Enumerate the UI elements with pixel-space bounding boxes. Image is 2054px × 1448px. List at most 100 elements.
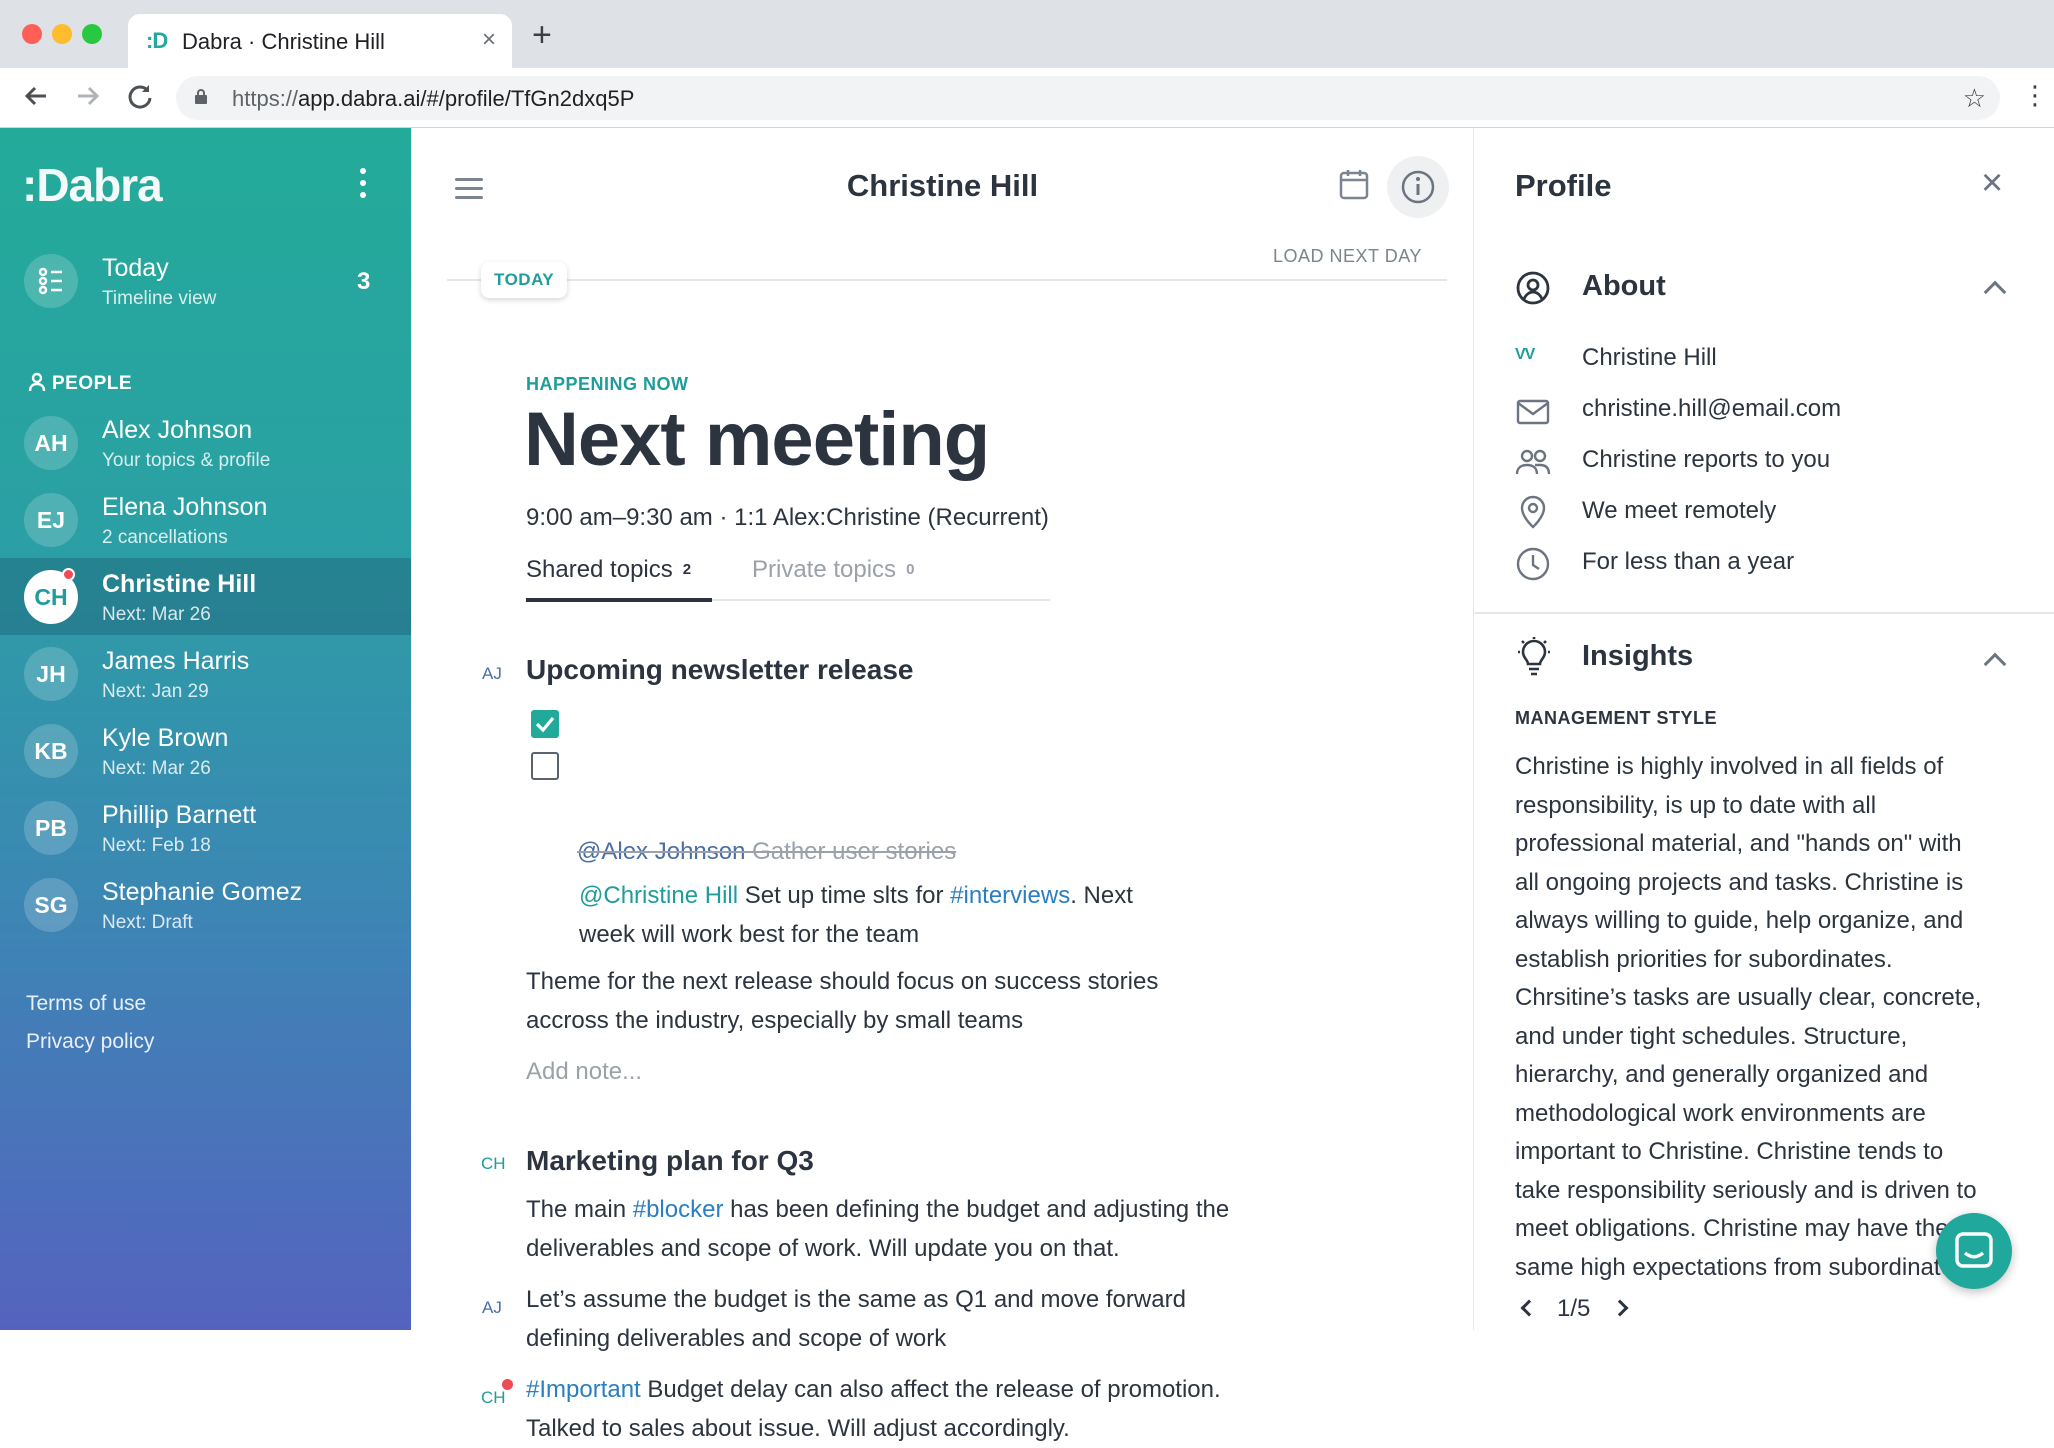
chat-icon	[1955, 1232, 1993, 1268]
insight-pager: 1/5	[1515, 1291, 1629, 1327]
today-count-badge: 3	[357, 268, 371, 295]
task-item-completed[interactable]: @Alex Johnson Gather user stories	[577, 832, 956, 871]
profile-reporting: Christine reports to you	[1582, 446, 1831, 473]
avatar: EJ	[24, 493, 78, 547]
avatar: JH	[24, 647, 78, 701]
person-status: Next: Mar 26	[102, 604, 211, 625]
page-title: Christine Hill	[846, 168, 1039, 203]
profile-name: Christine Hill	[1582, 344, 1717, 371]
avatar: KB	[24, 724, 78, 778]
browser-tab[interactable]: :D Dabra · Christine Hill ×	[128, 14, 512, 68]
initials-tag: VV	[1515, 346, 1535, 363]
sidebar-item-kyle-brown[interactable]: KB Kyle Brown Next: Mar 26	[0, 712, 411, 789]
reload-icon[interactable]	[126, 82, 154, 115]
load-next-day-button[interactable]: LOAD NEXT DAY	[1273, 246, 1422, 267]
chevron-up-icon[interactable]	[1983, 652, 2007, 676]
tab-title: Dabra · Christine Hill	[182, 29, 385, 54]
chevron-up-icon[interactable]	[1983, 280, 2007, 304]
sidebar-item-christine-hill[interactable]: CH Christine Hill Next: Mar 26	[0, 558, 411, 635]
topic-author-initials: AJ	[482, 664, 502, 683]
happening-now-label: HAPPENING NOW	[526, 374, 689, 394]
today-pill: TODAY	[481, 262, 568, 298]
about-heading[interactable]: About	[1582, 270, 1666, 303]
add-note-input[interactable]: Add note...	[526, 1052, 642, 1091]
sidebar-item-sublabel: Timeline view	[102, 288, 217, 309]
chevron-right-icon[interactable]	[1611, 1299, 1629, 1317]
panel-title: Profile	[1515, 168, 1612, 203]
insights-heading[interactable]: Insights	[1582, 640, 1693, 673]
forward-arrow-icon[interactable]	[74, 82, 102, 115]
user-circle-icon	[1516, 271, 1550, 305]
sidebar-more-icon[interactable]	[360, 168, 368, 202]
person-status: Next: Jan 29	[102, 681, 209, 702]
topic-comment: Let’s assume the budget is the same as Q…	[526, 1286, 1186, 1352]
timeline-list-icon	[24, 254, 78, 308]
topic-comment: #Important Budget delay can also affect …	[526, 1376, 1221, 1442]
address-bar[interactable]: https://app.dabra.ai/#/profile/TfGn2dxq5…	[176, 76, 2000, 120]
task-checkbox-checked[interactable]	[531, 710, 559, 738]
back-arrow-icon[interactable]	[22, 82, 50, 115]
profile-duration: For less than a year	[1582, 548, 1795, 575]
mail-icon	[1516, 399, 1550, 425]
person-status: 2 cancellations	[102, 527, 228, 548]
url-text: https://app.dabra.ai/#/profile/TfGn2dxq5…	[232, 86, 635, 111]
bookmark-star-icon[interactable]: ☆	[1963, 83, 1986, 114]
topic-title[interactable]: Marketing plan for Q3	[526, 1145, 814, 1177]
tab-private-topics[interactable]: Private topics 0	[752, 556, 914, 584]
close-window-button[interactable]	[22, 24, 42, 44]
new-tab-button[interactable]: +	[532, 18, 552, 52]
tab-shared-topics[interactable]: Shared topics 2	[526, 556, 691, 584]
notification-dot	[62, 568, 75, 581]
person-name: Alex Johnson	[102, 416, 253, 444]
close-icon[interactable]: ×	[1981, 164, 2003, 202]
sidebar-item-alex-johnson[interactable]: AH Alex Johnson Your topics & profile	[0, 404, 411, 481]
person-status: Your topics & profile	[102, 450, 271, 471]
calendar-icon[interactable]	[1339, 168, 1369, 200]
avatar: PB	[24, 801, 78, 855]
sidebar-item-today[interactable]: Today Timeline view 3	[0, 244, 411, 324]
maximize-window-button[interactable]	[82, 24, 102, 44]
sidebar: :Dabra Today Timeline view 3 PEOPLE AH A…	[0, 128, 411, 1330]
browser-menu-icon[interactable]: ⋮	[2022, 82, 2048, 108]
minimize-window-button[interactable]	[52, 24, 72, 44]
sidebar-item-stephanie-gomez[interactable]: SG Stephanie Gomez Next: Draft	[0, 866, 411, 943]
avatar: SG	[24, 878, 78, 932]
person-name: Elena Johnson	[102, 493, 268, 521]
tab-close-icon[interactable]: ×	[482, 26, 496, 54]
chat-support-button[interactable]	[1936, 1213, 2012, 1289]
sidebar-item-label: Today	[102, 254, 169, 282]
sidebar-item-elena-johnson[interactable]: EJ Elena Johnson 2 cancellations	[0, 481, 411, 558]
profile-email[interactable]: christine.hill@email.com	[1582, 395, 1841, 423]
management-style-label: MANAGEMENT STYLE	[1515, 708, 1718, 728]
people-heading: PEOPLE	[28, 372, 132, 395]
person-status: Next: Mar 26	[102, 758, 211, 779]
person-name: Kyle Brown	[102, 724, 229, 752]
topic-note: The main #blocker has been defining the …	[526, 1196, 1230, 1262]
avatar: AH	[24, 416, 78, 470]
terms-of-use-link[interactable]: Terms of use	[26, 992, 146, 1016]
task-item[interactable]: @Christine Hill Set up time slts for #in…	[579, 876, 1133, 954]
person-name: Stephanie Gomez	[102, 878, 303, 906]
active-tab-indicator	[526, 598, 712, 602]
sidebar-item-phillip-barnett[interactable]: PB Phillip Barnett Next: Feb 18	[0, 789, 411, 866]
topic-note: Theme for the next release should focus …	[526, 968, 1159, 1034]
chevron-left-icon[interactable]	[1520, 1299, 1538, 1317]
day-divider	[447, 279, 1447, 281]
lock-icon	[195, 89, 207, 104]
profile-panel: Profile × About VV Christine Hill christ…	[1475, 128, 2054, 1330]
page-indicator: 1/5	[1557, 1295, 1591, 1322]
topic-title[interactable]: Upcoming newsletter release	[526, 654, 913, 686]
lightbulb-icon	[1518, 637, 1550, 676]
person-name: Christine Hill	[102, 570, 257, 598]
person-status: Next: Draft	[102, 912, 193, 933]
info-button[interactable]	[1387, 156, 1449, 218]
section-divider	[1475, 612, 2054, 614]
privacy-policy-link[interactable]: Privacy policy	[26, 1030, 154, 1054]
meeting-time: 9:00 am–9:30 am · 1:1 Alex:Christine (Re…	[526, 504, 1049, 531]
people-icon	[1515, 449, 1551, 475]
sidebar-item-james-harris[interactable]: JH James Harris Next: Jan 29	[0, 635, 411, 712]
meeting-title: Next meeting	[524, 397, 990, 482]
dabra-favicon: :D	[146, 28, 168, 53]
task-checkbox-unchecked[interactable]	[531, 752, 559, 780]
dabra-logo: :Dabra	[22, 159, 163, 211]
